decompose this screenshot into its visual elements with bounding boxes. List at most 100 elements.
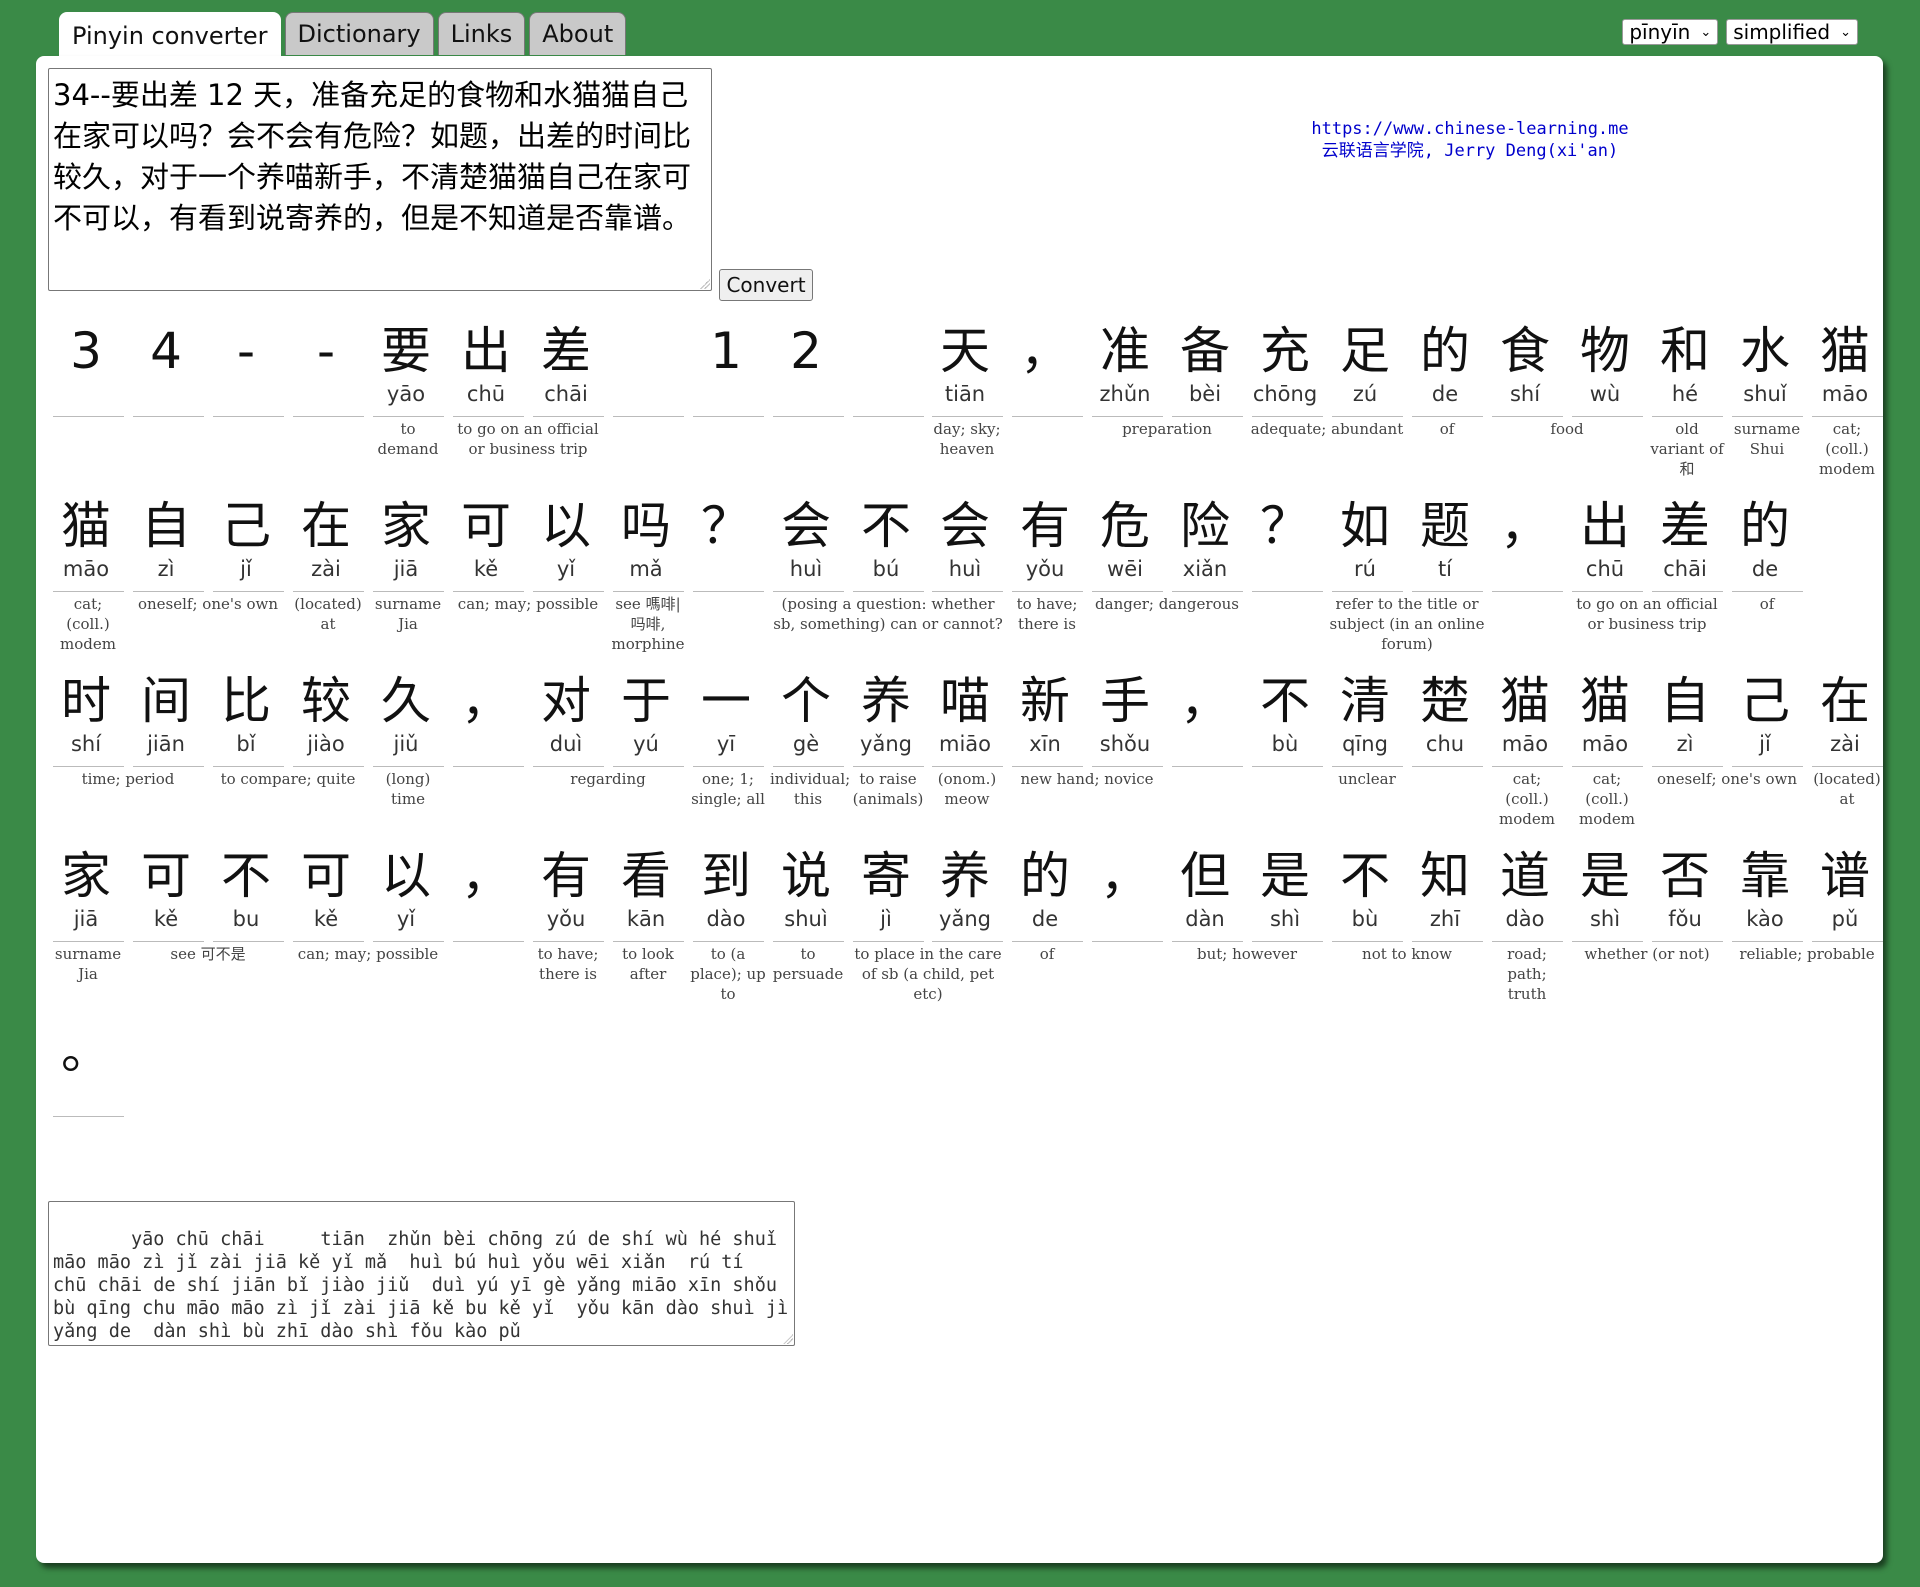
cell-underline [133,591,204,592]
definition-text: food [1550,420,1584,438]
cell-underline [293,416,364,417]
cell-underline [1492,766,1563,767]
pinyin-reading: jǐ [1759,732,1771,756]
pinyin-reading: dàn [1185,907,1225,931]
cell-underline [133,941,204,942]
cell-underline [53,591,124,592]
tab-pinyin-converter[interactable]: Pinyin converter [59,12,281,58]
pinyin-reading: zhī [1429,907,1461,931]
chinese-input-textarea[interactable]: 34--要出差 12 天，准备充足的食物和水猫猫自己在家可以吗？会不会有危险？如… [48,68,712,291]
definition-text: see 可不是 [170,945,246,963]
char-cell: 危 wēi [1089,488,1163,658]
cell-underline [853,591,924,592]
definition-text: surname Jia [54,945,122,983]
cell-underline [613,766,684,767]
char-cell: 可 kě [130,838,204,1008]
pinyin-output-textarea[interactable]: yāo chū chāi tiān zhǔn bèi chōng zú de s… [48,1201,795,1346]
definition-text: to (a place); up to [690,945,766,1003]
definition-text: individual; this [770,770,851,808]
resize-handle-icon[interactable] [783,1334,793,1344]
char-cell: 靠 kào [1729,838,1803,1008]
definition-text: but; however [1196,945,1298,963]
cell-underline [1332,766,1403,767]
pinyin-reading: shì [1269,907,1301,931]
pinyin-reading: tí [1437,557,1453,581]
hanzi-char: 4 [150,322,182,380]
char-cell: 但 dàn [1169,838,1243,1008]
cell-underline [213,766,284,767]
definition-text: cat; (coll.) modem [1579,770,1635,828]
definition-text: oneself; one's own [137,595,278,613]
hanzi-char: ， [461,847,511,905]
cell-underline [1812,766,1883,767]
pinyin-reading: gè [792,732,820,756]
definition-text: see 嗎啡| 吗啡, morphine [611,595,685,653]
script-select[interactable]: simplified ⌄ [1726,19,1858,45]
cell-underline [773,591,844,592]
char-cell: 1 [690,313,764,483]
char-cell: 间 jiān [130,663,204,833]
pinyin-reading: dào [1505,907,1545,931]
pinyin-reading: qīng [1342,732,1388,756]
definition-text: to have; there is [537,945,599,983]
definition-text: of [1039,945,1055,963]
cell-underline [1412,766,1483,767]
pinyin-reading: yāo [386,382,426,406]
cell-underline [613,416,684,417]
char-cell: 己 jǐ [1729,663,1803,833]
tone-mode-value: pīnyīn [1629,20,1691,44]
cell-underline [1732,416,1803,417]
cell-underline [1492,416,1563,417]
char-cell: 于 yú [610,663,684,833]
char-cell: ， [1009,313,1083,483]
cell-underline [1572,416,1643,417]
hanzi-char: 1 [710,322,742,380]
pinyin-reading: kě [473,557,499,581]
char-cell: 新 xīn [1009,663,1083,833]
cell-underline [1252,766,1323,767]
cell-underline [533,416,604,417]
cell-underline [932,591,1003,592]
credit-author: 云联语言学院, Jerry Deng(xi'an) [1321,141,1619,161]
char-cell: 物 wù [1569,313,1643,483]
pinyin-reading: miāo [938,732,991,756]
cell-underline [213,416,284,417]
char-cell: 手 shǒu [1089,663,1163,833]
hanzi-char: ， [1500,497,1550,555]
definition-text: surname Jia [374,595,442,633]
pinyin-reading: jì [880,907,892,931]
cell-underline [1732,766,1803,767]
cell-underline [693,416,764,417]
tab-links[interactable]: Links [437,12,526,55]
cell-underline [1092,941,1163,942]
char-cell: 比 bǐ [210,663,284,833]
cell-underline [453,416,524,417]
tone-mode-select[interactable]: pīnyīn ⌄ [1622,19,1719,45]
pinyin-reading: bǐ [236,732,256,756]
pinyin-reading: māo [62,557,110,581]
cell-underline [373,416,444,417]
definition-text: (located) at [1813,770,1881,808]
pinyin-reading: xīn [1029,732,1061,756]
tab-dictionary[interactable]: Dictionary [284,12,434,55]
resize-handle-icon[interactable] [700,279,710,289]
convert-button[interactable]: Convert [719,269,813,301]
cell-underline [1172,416,1243,417]
cell-underline [773,416,844,417]
cell-underline [1332,941,1403,942]
pinyin-reading: de [1751,557,1779,581]
pinyin-reading: jiào [307,732,345,756]
cell-underline [1652,941,1723,942]
pinyin-reading: jiā [393,557,419,581]
site-url-link[interactable]: https://www.chinese-learning.me [1280,118,1660,140]
definition-text: can; may; possible [297,945,439,963]
cell-underline [293,591,364,592]
cell-underline [853,416,924,417]
tab-about[interactable]: About [529,12,627,55]
cell-underline [773,766,844,767]
char-cell: 不 bù [1329,838,1403,1008]
definition-text: of [1439,420,1455,438]
cell-underline [693,766,764,767]
char-cell: 足 zú [1329,313,1403,483]
char-cell: 备 bèi [1169,313,1243,483]
